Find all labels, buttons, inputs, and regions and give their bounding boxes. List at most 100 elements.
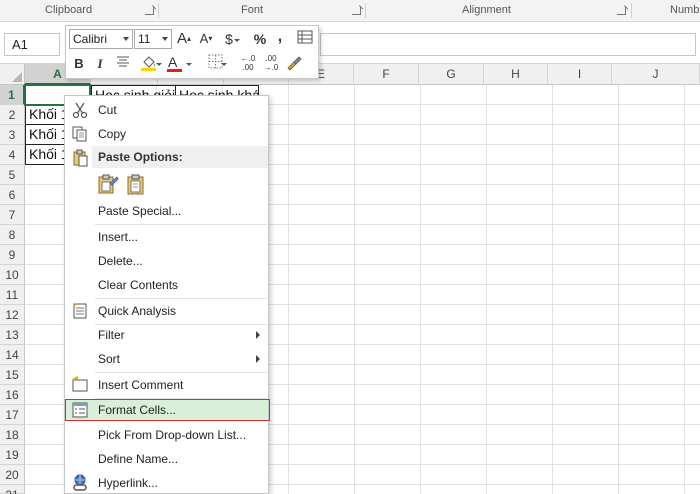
row-header-13[interactable]: 13 bbox=[0, 325, 25, 345]
menu-label-delete: Delete... bbox=[98, 254, 143, 268]
formula-input[interactable] bbox=[320, 33, 696, 56]
increase-decimal-icon-sub: .00 bbox=[242, 63, 254, 72]
row-header-17[interactable]: 17 bbox=[0, 405, 25, 425]
decrease-decimal-button[interactable]: .00 →.0 bbox=[261, 54, 281, 74]
font-size-dropdown[interactable]: 11 bbox=[134, 29, 172, 49]
row-header-1[interactable]: 1 bbox=[0, 85, 25, 105]
format-painter-button[interactable] bbox=[284, 54, 304, 74]
menu-item-hyperlink[interactable]: Hyperlink... bbox=[66, 471, 268, 494]
row-header-8[interactable]: 8 bbox=[0, 225, 25, 245]
font-size-value: 11 bbox=[138, 32, 151, 46]
column-header-i[interactable]: I bbox=[548, 64, 612, 85]
increase-font-size-button[interactable]: A▴ bbox=[176, 29, 192, 49]
chevron-right-icon bbox=[256, 355, 260, 363]
menu-label-insert: Insert... bbox=[98, 230, 139, 244]
row-header-6[interactable]: 6 bbox=[0, 185, 25, 205]
paste-options-label: Paste Options: bbox=[98, 150, 183, 164]
name-box[interactable]: A1 bbox=[4, 33, 60, 56]
align-center-icon bbox=[117, 56, 129, 67]
menu-item-quick-analysis[interactable]: Quick Analysis bbox=[66, 299, 268, 323]
ribbon-group-strip: Clipboard Font Alignment Numb bbox=[0, 0, 700, 22]
paste-icon bbox=[73, 149, 88, 167]
alignment-dialog-launcher-icon[interactable] bbox=[617, 6, 626, 15]
menu-item-paste-special[interactable]: Paste Special... bbox=[66, 199, 268, 223]
column-header-f[interactable]: F bbox=[354, 64, 419, 85]
font-dialog-launcher-icon[interactable] bbox=[352, 6, 361, 15]
column-header-g[interactable]: G bbox=[419, 64, 484, 85]
chevron-down-icon bbox=[156, 63, 162, 66]
decrease-font-size-button[interactable]: A▾ bbox=[198, 29, 214, 49]
row-header-9[interactable]: 9 bbox=[0, 245, 25, 265]
borders-button[interactable] bbox=[202, 54, 228, 74]
row-header-3[interactable]: 3 bbox=[0, 125, 25, 145]
accounting-format-button[interactable]: $ bbox=[220, 29, 240, 49]
font-color-swatch bbox=[167, 69, 182, 72]
increase-decimal-button[interactable]: ←.0 .00 bbox=[238, 54, 258, 74]
row-header-19[interactable]: 19 bbox=[0, 445, 25, 465]
font-color-button[interactable]: A bbox=[166, 54, 192, 74]
decrease-decimal-icon: .00 bbox=[265, 54, 277, 63]
bold-button[interactable]: B bbox=[71, 54, 87, 74]
font-name-dropdown[interactable]: Calibri bbox=[69, 29, 133, 49]
paste-options-header: Paste Options: bbox=[92, 146, 268, 168]
align-center-button[interactable] bbox=[114, 54, 132, 74]
menu-item-define-name[interactable]: Define Name... bbox=[66, 447, 268, 471]
comma-style-button[interactable]: , bbox=[274, 27, 286, 47]
italic-button[interactable]: I bbox=[92, 54, 108, 74]
menu-label-paste-special: Paste Special... bbox=[98, 204, 182, 218]
row-header-15[interactable]: 15 bbox=[0, 365, 25, 385]
menu-item-cut[interactable]: Cut bbox=[66, 98, 268, 122]
percent-style-button[interactable]: % bbox=[252, 29, 268, 49]
clipboard-dialog-launcher-icon[interactable] bbox=[145, 6, 154, 15]
alignment-group-label: Alignment bbox=[462, 4, 511, 16]
paste-values-icon[interactable] bbox=[125, 173, 147, 195]
menu-item-pick-from-list[interactable]: Pick From Drop-down List... bbox=[66, 423, 268, 447]
row-header-21[interactable]: 21 bbox=[0, 485, 25, 494]
row-header-20[interactable]: 20 bbox=[0, 465, 25, 485]
decrease-decimal-icon-sub: →.0 bbox=[263, 63, 279, 72]
menu-label-hyperlink: Hyperlink... bbox=[98, 476, 159, 490]
clipboard-group-label: Clipboard bbox=[45, 4, 93, 16]
menu-item-filter[interactable]: Filter bbox=[66, 323, 268, 347]
format-painter-table-button[interactable] bbox=[296, 29, 314, 49]
menu-label-define-name: Define Name... bbox=[98, 452, 179, 466]
menu-item-sort[interactable]: Sort bbox=[66, 347, 268, 371]
row-header-2[interactable]: 2 bbox=[0, 105, 25, 125]
ribbon-group-font: Font bbox=[159, 0, 365, 21]
column-header-h[interactable]: H bbox=[484, 64, 548, 85]
ribbon-group-number: Numb bbox=[632, 0, 700, 21]
column-header-j[interactable]: J bbox=[612, 64, 700, 85]
currency-icon: $ bbox=[225, 31, 233, 47]
ribbon-group-clipboard: Clipboard bbox=[0, 0, 158, 21]
quick-analysis-icon bbox=[73, 303, 87, 319]
chevron-down-icon bbox=[162, 37, 168, 41]
menu-item-copy[interactable]: Copy bbox=[66, 122, 268, 146]
chevron-down-icon bbox=[221, 63, 227, 66]
row-header-11[interactable]: 11 bbox=[0, 285, 25, 305]
font-name-value: Calibri bbox=[73, 32, 108, 46]
row-header-10[interactable]: 10 bbox=[0, 265, 25, 285]
increase-decimal-icon: ←.0 bbox=[240, 54, 256, 63]
row-header-7[interactable]: 7 bbox=[0, 205, 25, 225]
paste-keep-formatting-icon[interactable] bbox=[97, 173, 119, 195]
row-header-18[interactable]: 18 bbox=[0, 425, 25, 445]
menu-item-insert-comment[interactable]: Insert Comment bbox=[66, 373, 268, 397]
menu-label-sort: Sort bbox=[98, 352, 121, 366]
mini-toolbar: Calibri 11 A▴ A▾ $ % , B I A ←.0 .00 .00… bbox=[65, 25, 319, 79]
chevron-down-icon bbox=[234, 39, 240, 42]
row-header-16[interactable]: 16 bbox=[0, 385, 25, 405]
chevron-right-icon bbox=[256, 331, 260, 339]
row-header-12[interactable]: 12 bbox=[0, 305, 25, 325]
font-group-label: Font bbox=[241, 4, 264, 16]
row-header-5[interactable]: 5 bbox=[0, 165, 25, 185]
menu-item-clear-contents[interactable]: Clear Contents bbox=[66, 273, 268, 297]
row-header-14[interactable]: 14 bbox=[0, 345, 25, 365]
fill-color-button[interactable] bbox=[136, 54, 162, 74]
increase-font-icon: A bbox=[176, 30, 187, 47]
row-header-4[interactable]: 4 bbox=[0, 145, 25, 165]
format-table-icon bbox=[297, 30, 313, 44]
menu-item-delete[interactable]: Delete... bbox=[66, 249, 268, 273]
menu-item-insert[interactable]: Insert... bbox=[66, 225, 268, 249]
chevron-down-icon bbox=[186, 63, 192, 66]
select-all-button[interactable] bbox=[0, 64, 25, 85]
